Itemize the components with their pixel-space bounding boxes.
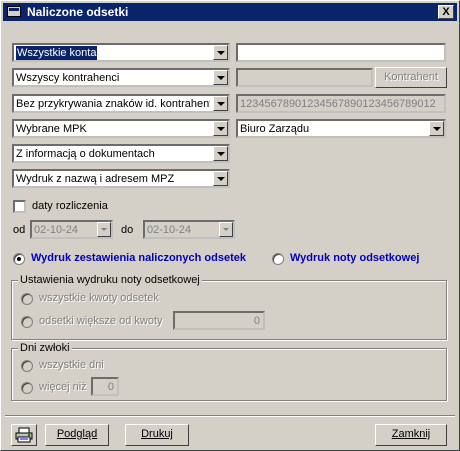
settlement-date-checkbox[interactable] xyxy=(13,200,26,213)
masking-combo-value: Bez przykrywania znaków id. kontrahenta xyxy=(16,98,210,110)
mpk-value-combo-value: Biuro Zarządu xyxy=(240,123,310,135)
footer-separator xyxy=(5,415,455,417)
print-button[interactable]: Drukuj xyxy=(125,424,189,446)
to-date-picker[interactable]: 02-10-24 xyxy=(143,220,235,239)
chevron-down-icon[interactable] xyxy=(213,70,228,85)
from-label: od xyxy=(13,224,26,236)
chevron-down-icon[interactable] xyxy=(213,96,228,111)
days-value: 0 xyxy=(107,381,114,393)
chevron-down-icon[interactable] xyxy=(213,171,228,186)
doc-info-combo-value: Z informacją o dokumentach xyxy=(16,148,155,160)
window-title: Naliczone odsetki xyxy=(27,5,129,19)
accounts-combo[interactable]: Wszystkie konta xyxy=(12,43,230,62)
dialog-window: Naliczone odsetki X Wszystkie konta Wszy… xyxy=(0,0,460,451)
contractor-field[interactable] xyxy=(236,68,373,87)
amount-value: 0 xyxy=(253,315,260,327)
accounts-text-field[interactable] xyxy=(236,43,446,62)
masking-combo[interactable]: Bez przykrywania znaków id. kontrahenta xyxy=(12,94,230,113)
chevron-down-icon[interactable] xyxy=(213,146,228,161)
mpk-value-combo[interactable]: Biuro Zarządu xyxy=(236,119,446,138)
doc-info-combo[interactable]: Z informacją o dokumentach xyxy=(12,144,230,163)
note-settings-group: Ustawienia wydruku noty odsetkowej xyxy=(11,274,447,340)
all-amounts-label: wszystkie kwoty odsetek xyxy=(39,292,159,304)
print-note-radio[interactable] xyxy=(272,253,284,265)
close-dialog-label: Zamknij xyxy=(391,428,431,440)
id-mask-field[interactable]: 12345678901234567890123456789012 xyxy=(236,94,446,113)
title-bar: Naliczone odsetki X xyxy=(3,3,457,21)
all-amounts-radio[interactable] xyxy=(21,293,33,305)
print-mode-combo[interactable]: Wydruk z nazwą i adresem MPZ xyxy=(12,169,230,188)
amount-field[interactable]: 0 xyxy=(173,311,265,330)
from-date-value: 02-10-24 xyxy=(34,224,79,236)
window-icon xyxy=(7,6,21,17)
days-field[interactable]: 0 xyxy=(91,377,119,396)
preview-button[interactable]: Podgląd xyxy=(45,424,109,446)
close-button[interactable]: X xyxy=(438,5,454,19)
printer-icon xyxy=(15,427,33,443)
contractors-combo-value: Wszyscy kontrahenci xyxy=(16,72,120,84)
chevron-down-icon[interactable] xyxy=(213,121,228,136)
greater-than-label: odsetki większe od kwoty xyxy=(39,315,163,327)
print-note-label[interactable]: Wydruk noty odsetkowej xyxy=(290,252,419,265)
id-mask-value: 12345678901234567890123456789012 xyxy=(240,98,436,110)
contractors-combo[interactable]: Wszyscy kontrahenci xyxy=(12,68,230,87)
settlement-date-label: daty rozliczenia xyxy=(32,200,108,212)
to-label: do xyxy=(121,224,134,236)
close-dialog-button[interactable]: Zamknij xyxy=(375,424,447,446)
chevron-down-icon[interactable] xyxy=(219,222,233,237)
all-days-label: wszystkie dni xyxy=(39,359,104,371)
chevron-down-icon[interactable] xyxy=(429,121,444,136)
print-summary-radio[interactable] xyxy=(13,253,25,265)
from-date-picker[interactable]: 02-10-24 xyxy=(30,220,113,239)
print-mode-combo-value: Wydruk z nazwą i adresem MPZ xyxy=(16,173,175,185)
delay-days-title: Dni zwłoki xyxy=(18,342,72,355)
greater-than-radio[interactable] xyxy=(21,316,33,328)
note-settings-title: Ustawienia wydruku noty odsetkowej xyxy=(18,274,202,287)
printer-setup-button[interactable] xyxy=(11,424,37,446)
mpk-combo[interactable]: Wybrane MPK xyxy=(12,119,230,138)
chevron-down-icon[interactable] xyxy=(213,45,228,60)
contractor-button[interactable]: Kontrahent xyxy=(375,67,447,88)
mpk-combo-value: Wybrane MPK xyxy=(16,123,87,135)
more-than-label: więcej niż xyxy=(39,381,87,393)
to-date-value: 02-10-24 xyxy=(147,224,192,236)
preview-button-label: Podgląd xyxy=(56,428,98,440)
more-than-radio[interactable] xyxy=(21,382,33,394)
accounts-combo-value: Wszystkie konta xyxy=(16,46,98,60)
all-days-radio[interactable] xyxy=(21,360,33,372)
chevron-down-icon[interactable] xyxy=(97,222,111,237)
print-button-label: Drukuj xyxy=(141,428,173,440)
print-summary-label[interactable]: Wydruk zestawienia naliczonych odsetek xyxy=(31,252,246,265)
